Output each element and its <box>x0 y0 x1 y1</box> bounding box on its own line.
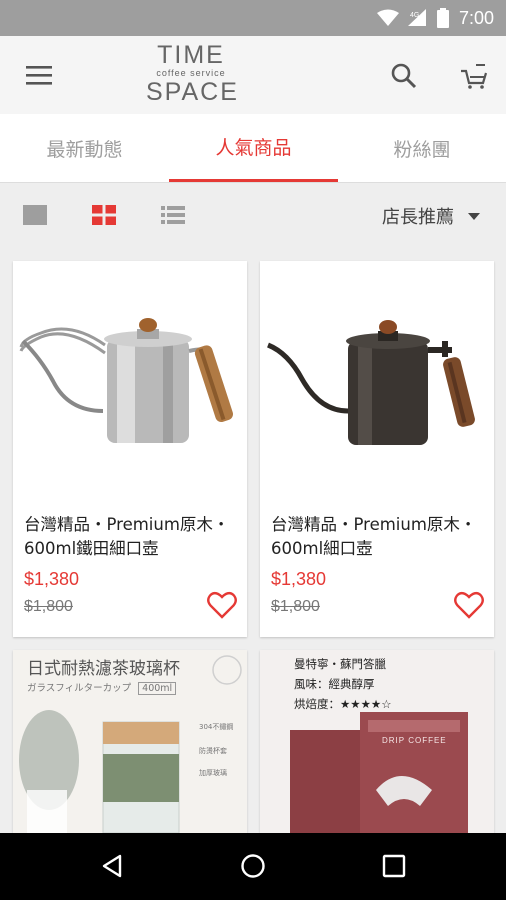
battery-icon <box>436 8 449 28</box>
logo-space: SPACE <box>146 78 239 106</box>
logo-time: TIME <box>157 41 225 69</box>
image-note: 防燙杯套 <box>199 747 227 755</box>
product-image: 日式耐熱濾茶玻璃杯 ガラスフィルターカップ 400ml 304不鏽鋼 防燙杯套 … <box>13 650 247 833</box>
image-note: 304不鏽鋼 <box>199 723 234 731</box>
product-card[interactable]: 曼特寧・蘇門答臘 風味：經典醇厚 烘焙度：★★★★☆ DRIP COFFEE <box>260 650 494 833</box>
chevron-down-icon <box>468 212 480 220</box>
home-icon[interactable] <box>240 853 266 883</box>
product-image <box>13 261 247 493</box>
tab-latest-news[interactable]: 最新動態 <box>0 114 169 182</box>
recents-icon[interactable] <box>381 853 407 883</box>
image-info: 曼特寧・蘇門答臘 風味：經典醇厚 烘焙度：★★★★☆ <box>294 657 392 711</box>
grid-view-icon[interactable] <box>92 205 116 229</box>
product-title: 台灣精品・Premium原木・600ml細口壺 <box>271 515 477 558</box>
favorite-heart-icon[interactable] <box>207 591 237 623</box>
app-bar: TIME coffee service SPACE <box>0 36 506 115</box>
product-price: $1,380 <box>271 569 327 589</box>
product-card[interactable]: 日式耐熱濾茶玻璃杯 ガラスフィルターカップ 400ml 304不鏽鋼 防燙杯套 … <box>13 650 247 833</box>
wifi-icon <box>376 9 399 27</box>
view-toolbar: 店長推薦 <box>0 183 506 249</box>
system-navigation-bar <box>0 833 506 900</box>
search-icon[interactable] <box>390 62 418 94</box>
product-card[interactable]: 台灣精品・Premium原木・600ml鐵田細口壺 $1,380 $1,800 <box>13 261 247 637</box>
list-view-icon[interactable] <box>161 205 185 229</box>
svg-text:4G: 4G <box>410 12 419 19</box>
brand-logo: TIME coffee service SPACE <box>146 41 239 110</box>
back-icon[interactable] <box>100 853 126 883</box>
tab-popular-products[interactable]: 人氣商品 <box>169 114 338 182</box>
image-box-label: DRIP COFFEE <box>382 736 447 745</box>
status-bar: 4G 7:00 <box>0 0 506 36</box>
product-card[interactable]: 台灣精品・Premium原木・600ml細口壺 $1,380 $1,800 <box>260 261 494 637</box>
image-subheading: ガラスフィルターカップ 400ml <box>27 680 177 695</box>
favorite-heart-icon[interactable] <box>454 591 484 623</box>
shopping-cart-icon[interactable] <box>458 62 488 94</box>
product-title: 台灣精品・Premium原木・600ml鐵田細口壺 <box>24 515 230 558</box>
menu-icon[interactable] <box>24 63 56 87</box>
product-original-price: $1,800 <box>24 598 73 615</box>
clock: 7:00 <box>458 7 494 28</box>
tab-fan-page[interactable]: 粉絲團 <box>338 114 506 182</box>
sort-label: 店長推薦 <box>382 207 454 228</box>
product-image <box>260 261 494 493</box>
tab-bar: 最新動態 人氣商品 粉絲團 <box>0 114 506 183</box>
image-note: 加厚玻璃 <box>199 769 227 777</box>
single-view-icon[interactable] <box>23 205 47 229</box>
product-image: 曼特寧・蘇門答臘 風味：經典醇厚 烘焙度：★★★★☆ DRIP COFFEE <box>260 650 494 833</box>
product-price: $1,380 <box>24 569 80 589</box>
cell-signal-icon: 4G <box>407 9 429 27</box>
product-original-price: $1,800 <box>271 598 320 615</box>
image-heading: 日式耐熱濾茶玻璃杯 <box>27 659 180 679</box>
sort-dropdown[interactable]: 店長推薦 <box>382 203 480 229</box>
